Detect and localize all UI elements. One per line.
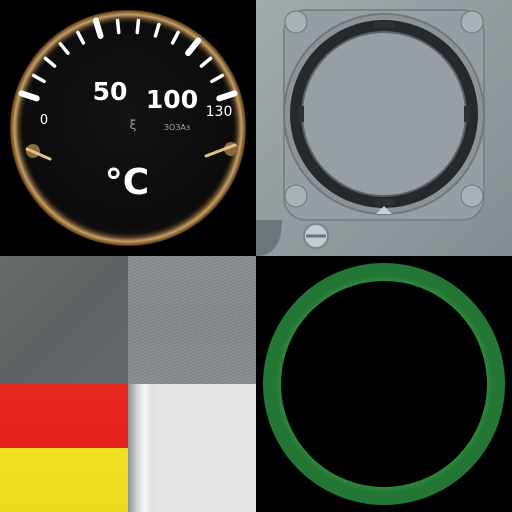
manufacturer-logo: ξ [130, 118, 137, 132]
red-yellow-swatch [0, 384, 128, 512]
unit-label: °C [105, 162, 149, 203]
top-left-boss [284, 10, 308, 34]
dark-grey-swatch [0, 256, 128, 384]
gauge-svg: 0 50 100 130 ξ ЗОЗАз °C [10, 10, 246, 246]
metal-edge-white-swatch [128, 384, 256, 512]
scale-label-100: 100 [146, 85, 198, 114]
scale-label-0: 0 [40, 113, 48, 128]
gauge-tick [135, 18, 141, 35]
temperature-gauge-face: 0 50 100 130 ξ ЗОЗАз °C [0, 0, 256, 256]
gauge-bezel-glow [10, 10, 246, 246]
gauge-tick [115, 18, 121, 35]
maker-mark: ЗОЗАз [164, 123, 190, 132]
green-ring-texture [256, 256, 512, 512]
scale-label-130: 130 [206, 104, 233, 120]
instrument-bezel-housing [256, 0, 512, 256]
yellow-band [0, 448, 128, 512]
green-ring [263, 263, 505, 505]
bottom-right-boss [460, 184, 484, 208]
scale-label-50: 50 [93, 77, 128, 106]
red-band [0, 384, 128, 448]
bottom-left-boss [284, 184, 308, 208]
brushed-metal-swatch [128, 256, 256, 384]
bezel-svg [256, 0, 512, 256]
inner-glass [301, 31, 467, 197]
ring-svg [263, 263, 505, 505]
top-right-boss [460, 10, 484, 34]
